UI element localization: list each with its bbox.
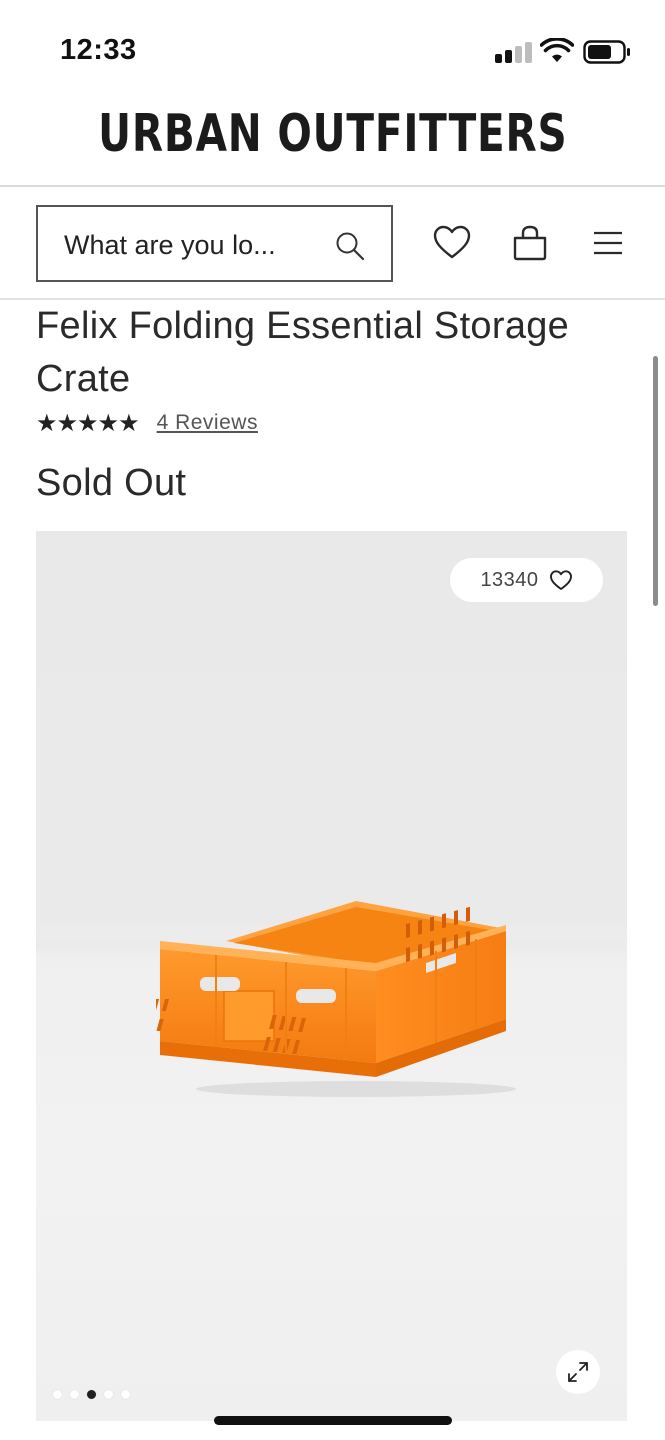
search-icon[interactable] xyxy=(335,231,365,261)
product-image-gallery[interactable]: 13340 xyxy=(36,531,627,1421)
status-time: 12:33 xyxy=(60,34,137,66)
reviews-link[interactable]: 4 Reviews xyxy=(157,411,258,435)
pagination-dot-active[interactable] xyxy=(87,1390,96,1399)
product-title: Felix Folding Essential Storage Crate xyxy=(36,305,570,400)
search-input[interactable] xyxy=(64,227,314,263)
pagination-dot[interactable] xyxy=(104,1390,113,1399)
menu-icon[interactable] xyxy=(588,223,628,263)
expand-icon xyxy=(568,1362,588,1382)
home-indicator[interactable] xyxy=(214,1416,452,1425)
sold-out-label: Sold Out xyxy=(36,462,187,504)
expand-image-button[interactable] xyxy=(556,1350,600,1394)
star-rating: ★★★★★ xyxy=(36,409,140,437)
pagination-dot[interactable] xyxy=(121,1390,130,1399)
status-bar: 12:33 xyxy=(0,0,665,100)
like-count: 13340 xyxy=(480,568,539,591)
pagination-dot[interactable] xyxy=(70,1390,79,1399)
cellular-signal-icon xyxy=(495,41,533,63)
shopping-bag-icon[interactable] xyxy=(510,223,550,263)
pagination-dot[interactable] xyxy=(53,1390,62,1399)
heart-icon xyxy=(549,570,572,590)
search-nav-row xyxy=(0,187,665,299)
search-box[interactable] xyxy=(36,205,393,282)
storage-crate-image xyxy=(156,901,516,1097)
wifi-icon xyxy=(540,38,574,62)
battery-icon xyxy=(583,40,630,64)
rating-row: ★★★★★ 4 Reviews xyxy=(36,408,258,438)
brand-header: URBAN OUTFITTERS xyxy=(0,100,665,186)
like-count-button[interactable]: 13340 xyxy=(450,558,603,602)
gallery-pagination xyxy=(53,1390,130,1399)
urban-outfitters-logo[interactable]: URBAN OUTFITTERS xyxy=(98,104,567,164)
page-scrollbar[interactable] xyxy=(653,356,658,606)
heart-icon[interactable] xyxy=(432,223,472,263)
